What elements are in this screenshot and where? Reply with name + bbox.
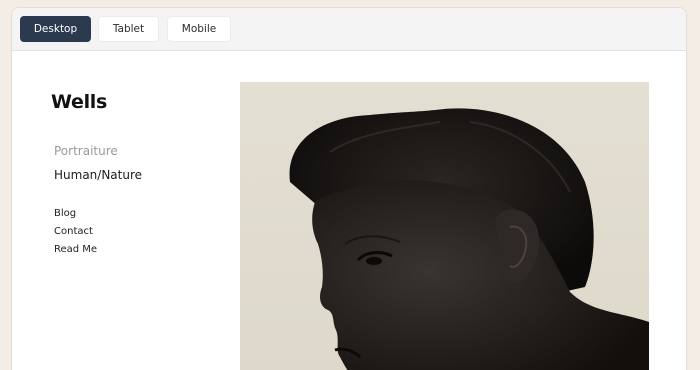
- primary-nav: Portraiture Human/Nature: [54, 144, 142, 192]
- portrait-image: [240, 82, 649, 370]
- device-toolbar: Desktop Tablet Mobile: [12, 8, 686, 51]
- nav-item-human-nature[interactable]: Human/Nature: [54, 168, 142, 182]
- preview-frame: Desktop Tablet Mobile Wells Portraiture …: [11, 7, 687, 370]
- nav-item-contact[interactable]: Contact: [54, 226, 97, 237]
- nav-item-read-me[interactable]: Read Me: [54, 244, 97, 255]
- nav-item-blog[interactable]: Blog: [54, 208, 97, 219]
- secondary-nav: Blog Contact Read Me: [54, 208, 97, 262]
- tablet-view-button[interactable]: Tablet: [98, 16, 159, 42]
- portrait-photo: [240, 82, 649, 370]
- site-title[interactable]: Wells: [51, 91, 107, 113]
- desktop-view-button[interactable]: Desktop: [20, 16, 91, 42]
- mobile-view-button[interactable]: Mobile: [167, 16, 231, 42]
- nav-item-portraiture[interactable]: Portraiture: [54, 144, 142, 158]
